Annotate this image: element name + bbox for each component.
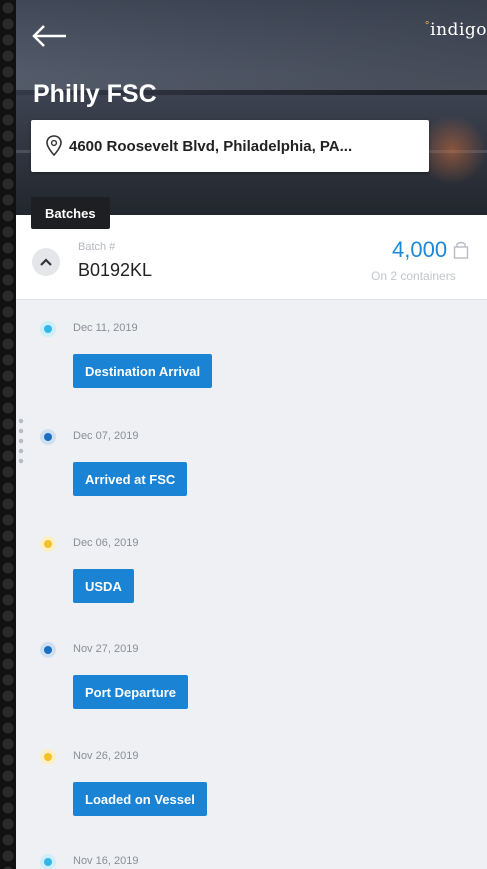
brand-logo: °indigo	[425, 20, 487, 40]
event-button[interactable]: Loaded on Vessel	[73, 782, 207, 816]
address-field[interactable]: 4600 Roosevelt Blvd, Philadelphia, PA...	[31, 120, 429, 172]
status-dot	[40, 854, 56, 869]
hero-sky	[16, 0, 487, 90]
event-button[interactable]: Destination Arrival	[73, 354, 213, 388]
arrow-left-icon	[32, 25, 66, 47]
status-dot-inner	[44, 646, 52, 654]
event-date: Dec 07, 2019	[73, 430, 139, 442]
status-dot	[40, 321, 56, 337]
event-button[interactable]: Arrived at FSC	[73, 462, 188, 496]
event-date: Dec 06, 2019	[73, 537, 139, 549]
address-text: 4600 Roosevelt Blvd, Philadelphia, PA...	[69, 137, 353, 155]
event-button[interactable]: Port Departure	[73, 675, 189, 709]
event-date: Dec 11, 2019	[73, 322, 138, 334]
status-dot-inner	[44, 540, 52, 548]
app-screen: °indigo Philly FSC 4600 Roosevelt Blvd, …	[16, 0, 487, 869]
drag-handle[interactable]	[18, 416, 24, 466]
device-frame	[0, 0, 16, 869]
status-dot	[40, 536, 56, 552]
status-dot-inner	[44, 753, 52, 761]
status-dot-inner	[44, 433, 52, 441]
timeline: Dec 11, 2019 Destination Arrival Dec 07,…	[16, 301, 487, 869]
containers-count: On 2 containers	[371, 269, 456, 283]
back-button[interactable]	[28, 18, 72, 54]
status-dot	[40, 429, 56, 445]
status-dot	[40, 749, 56, 765]
quantity-value: 4,000	[392, 237, 448, 262]
page-title: Philly FSC	[33, 80, 157, 108]
event-button[interactable]: USDA	[73, 569, 134, 603]
tab-batches[interactable]: Batches	[31, 197, 110, 229]
status-dot-inner	[44, 858, 52, 866]
event-date: Nov 27, 2019	[73, 643, 139, 655]
collapse-button[interactable]	[32, 248, 60, 276]
brand-name: indigo	[430, 20, 487, 40]
status-dot-inner	[44, 325, 52, 333]
chevron-up-icon	[40, 258, 52, 266]
status-dot	[40, 642, 56, 658]
location-pin-icon	[46, 135, 62, 157]
event-date: Nov 26, 2019	[73, 750, 139, 762]
batch-id: B0192KL	[78, 260, 153, 280]
batch-quantity: 4,000	[392, 237, 469, 263]
header-hero: °indigo Philly FSC 4600 Roosevelt Blvd, …	[16, 0, 487, 215]
package-icon	[453, 241, 469, 259]
event-date: Nov 16, 2019	[73, 855, 139, 867]
batch-label: Batch #	[78, 241, 116, 253]
